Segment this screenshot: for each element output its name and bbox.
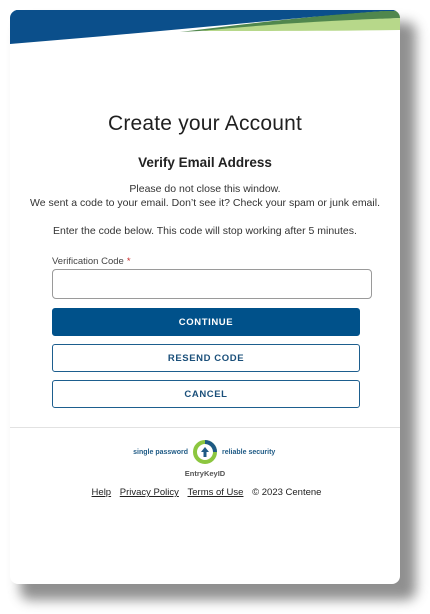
footer-links: Help Privacy Policy Terms of Use © 2023 … <box>10 487 400 498</box>
account-card: Create your Account Verify Email Address… <box>10 10 400 584</box>
resend-code-button[interactable]: RESEND CODE <box>52 344 360 372</box>
terms-of-use-link[interactable]: Terms of Use <box>188 487 244 498</box>
header-banner <box>10 10 400 54</box>
entrykey-logo-icon <box>193 440 217 464</box>
copyright-text: © 2023 Centene <box>252 487 322 498</box>
cancel-button[interactable]: CANCEL <box>52 380 360 408</box>
entrykey-logo-name: EntryKeyID <box>184 469 226 478</box>
help-link[interactable]: Help <box>92 487 112 498</box>
entrykey-logo-row: single password reliable security <box>10 440 400 468</box>
required-marker: * <box>126 256 131 267</box>
tagline-left: single password <box>133 449 188 456</box>
page-subtitle: Verify Email Address <box>138 155 272 170</box>
verification-code-input[interactable] <box>52 269 372 299</box>
info-code-expiry: Enter the code below. This code will sto… <box>53 225 357 237</box>
info-code-sent: We sent a code to your email. Don’t see … <box>30 197 380 209</box>
footer-divider <box>10 427 400 428</box>
verification-code-label-text: Verification Code <box>52 256 124 267</box>
tagline-right: reliable security <box>222 449 276 456</box>
privacy-policy-link[interactable]: Privacy Policy <box>120 487 179 498</box>
continue-button[interactable]: CONTINUE <box>52 308 360 336</box>
page-title: Create your Account <box>107 112 303 135</box>
verification-code-label: Verification Code * <box>52 256 131 267</box>
info-do-not-close: Please do not close this window. <box>129 183 281 195</box>
